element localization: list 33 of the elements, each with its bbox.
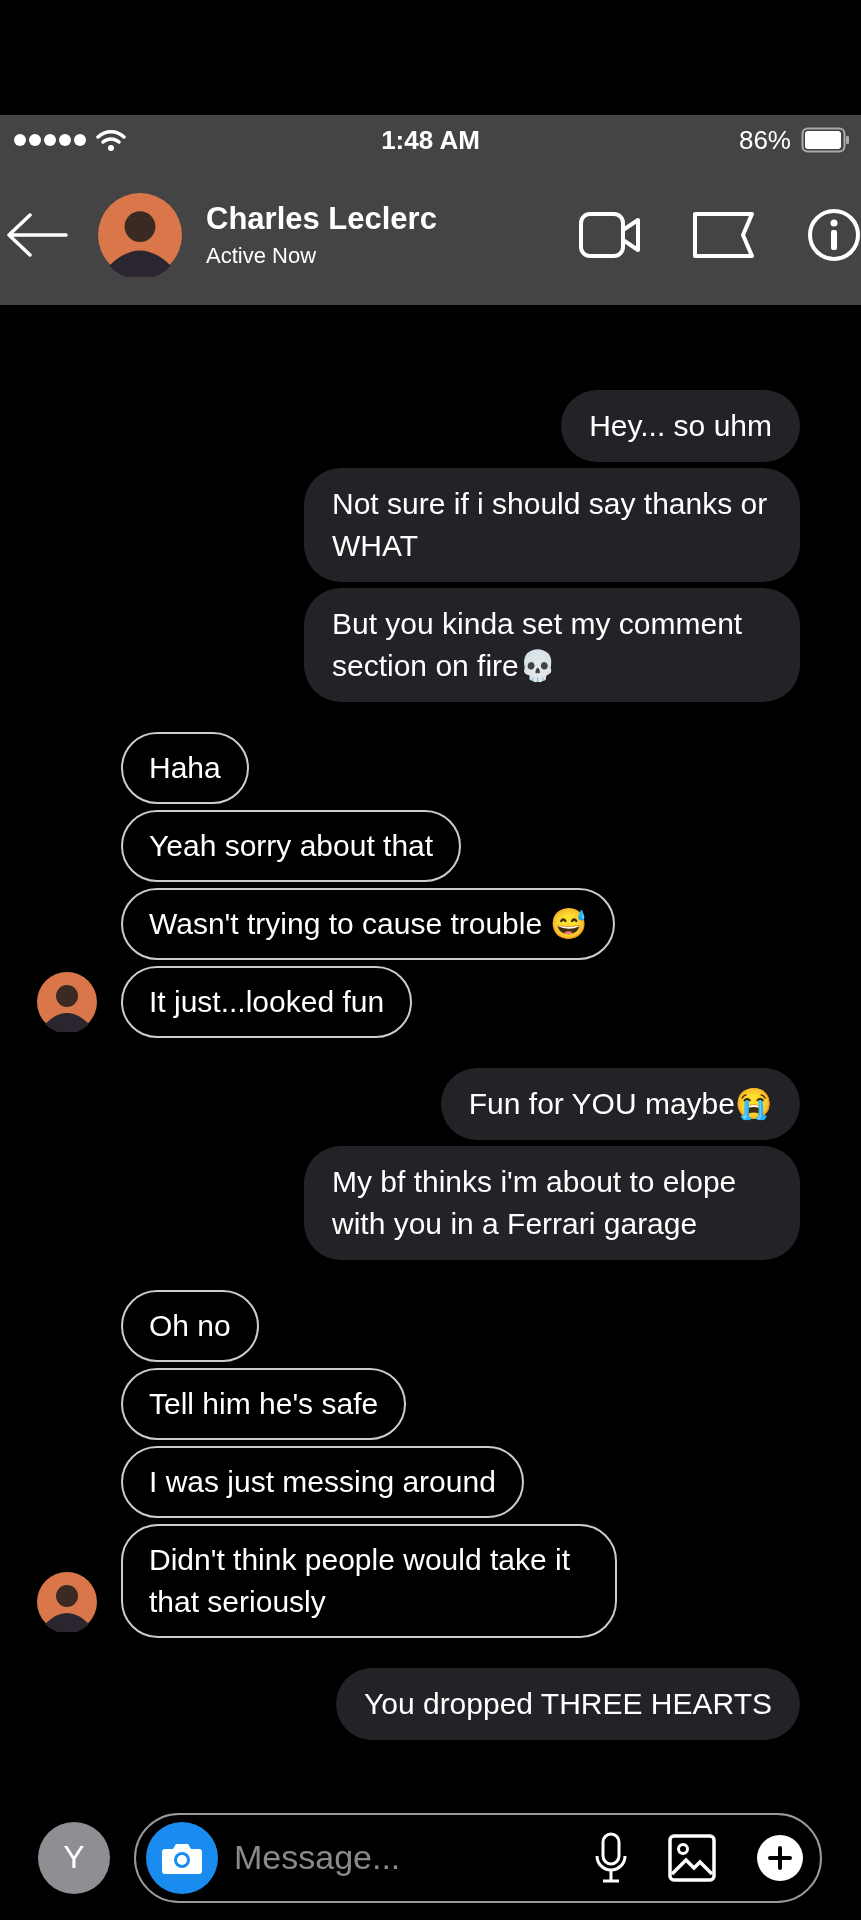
message-bubble: Tell him he's safe	[121, 1368, 407, 1440]
info-icon[interactable]	[807, 208, 861, 262]
camera-button[interactable]	[146, 1821, 218, 1894]
message-bubble: Fun for YOU maybe😭	[440, 1068, 800, 1140]
avatar	[37, 972, 97, 1032]
wifi-icon	[96, 129, 126, 151]
message-bubble: You dropped THREE HEARTS	[336, 1668, 800, 1740]
video-call-icon[interactable]	[579, 212, 641, 258]
message-bubble: It just...looked fun	[121, 966, 413, 1038]
message-bubble: But you kinda set my comment section on fire💀	[304, 588, 800, 702]
contact-name: Charles Leclerc	[206, 201, 437, 237]
image-icon[interactable]	[668, 1833, 716, 1882]
signal-icon	[14, 134, 86, 146]
microphone-icon[interactable]	[594, 1831, 628, 1884]
add-icon[interactable]	[756, 1833, 804, 1882]
avatar	[37, 1572, 97, 1632]
clock: 1:48 AM	[381, 124, 480, 156]
message-bubble: Oh no	[121, 1290, 259, 1362]
battery-icon	[801, 127, 851, 153]
active-status: Active Now	[206, 243, 317, 269]
message-bubble: Not sure if i should say thanks or WHAT	[304, 468, 800, 582]
message-bubble: Wasn't trying to cause trouble 😅	[121, 888, 616, 960]
message-bubble: I was just messing around	[121, 1446, 524, 1518]
message-bubble: My bf thinks i'm about to elope with you in a Ferrari garage	[304, 1146, 800, 1260]
message-bubble: Hey... so uhm	[561, 390, 800, 462]
message-field[interactable]: Message...	[232, 1837, 580, 1878]
message-bubble: Haha	[121, 732, 249, 804]
message-bubble: Didn't think people would take it that seriously	[121, 1524, 617, 1638]
user-avatar: Y	[38, 1821, 110, 1894]
message-bubble: Yeah sorry about that	[121, 810, 462, 882]
battery-percent: 86%	[738, 124, 791, 156]
flag-icon[interactable]	[693, 212, 755, 258]
back-arrow-icon[interactable]	[6, 213, 68, 257]
